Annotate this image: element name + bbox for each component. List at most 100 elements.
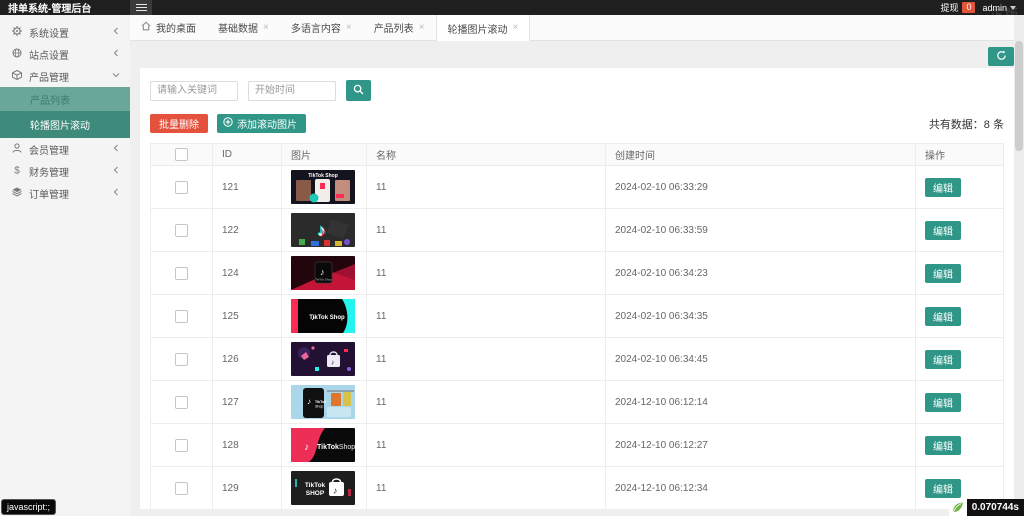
sidebar-subitem[interactable]: 产品列表 [0, 87, 130, 111]
cube-icon [12, 70, 22, 83]
sidebar-item-0[interactable]: 系统设置 [0, 21, 130, 43]
tab-1[interactable]: 基础数据 × [207, 15, 280, 40]
sidebar-item-label: 会员管理 [29, 142, 105, 157]
tab-0[interactable]: 我的桌面 [130, 15, 207, 40]
refresh-icon [996, 49, 1007, 64]
globe-icon [12, 48, 22, 61]
home-icon [141, 21, 151, 34]
edit-button[interactable]: 编辑 [925, 393, 961, 412]
svg-text:♪: ♪ [331, 360, 335, 367]
edit-button[interactable]: 编辑 [925, 178, 961, 197]
sidebar-item-2[interactable]: 产品管理 [0, 65, 130, 87]
svg-text:TikTok Shop: TikTok Shop [308, 173, 338, 179]
row-checkbox[interactable] [175, 224, 188, 237]
chevron-icon [112, 166, 120, 177]
svg-text:TikTok: TikTok [317, 444, 339, 451]
row-id: 121 [213, 166, 282, 209]
svg-text:♪: ♪ [304, 442, 309, 453]
main-content: 批量删除 添加滚动图片 共有数据：8 条 ID [130, 41, 1024, 516]
start-time-input[interactable] [248, 81, 336, 101]
scrollbar-thumb[interactable] [1015, 41, 1023, 151]
row-checkbox[interactable] [175, 396, 188, 409]
table-row: 129 TikTokSHOP♪ 11 2024-12-10 06:12:34 编… [151, 467, 1004, 510]
row-id: 125 [213, 295, 282, 338]
orders-icon [12, 187, 22, 200]
select-all-checkbox[interactable] [175, 148, 188, 161]
edit-button[interactable]: 编辑 [925, 350, 961, 369]
edit-button[interactable]: 编辑 [925, 436, 961, 455]
plus-circle-icon [223, 117, 233, 130]
refresh-button[interactable] [988, 47, 1014, 66]
tiktok-shop-phone-red: ♪TikTok Shop [291, 256, 355, 290]
add-carousel-image-button[interactable]: 添加滚动图片 [217, 114, 306, 133]
row-name: 11 [367, 166, 606, 209]
close-icon[interactable]: × [419, 23, 425, 33]
row-id: 126 [213, 338, 282, 381]
row-name: 11 [367, 381, 606, 424]
hamburger-menu-icon[interactable] [130, 0, 152, 15]
batch-delete-button[interactable]: 批量删除 [150, 114, 208, 133]
tab-label: 基础数据 [218, 20, 258, 35]
search-icon [353, 83, 364, 98]
scrollbar[interactable] [1014, 15, 1024, 516]
badge-count: 0 [962, 2, 975, 13]
sidebar-item-label: 系统设置 [29, 25, 105, 40]
row-created-time: 2024-12-10 06:12:27 [606, 424, 916, 467]
sidebar-item-label: 产品管理 [29, 69, 105, 84]
sidebar-item-1[interactable]: 站点设置 [0, 43, 130, 65]
chevron-icon [112, 49, 120, 60]
user-menu[interactable]: admin [982, 3, 1016, 13]
tab-label: 我的桌面 [156, 20, 196, 35]
search-button[interactable] [346, 80, 371, 101]
svg-text:♪: ♪ [320, 267, 325, 277]
svg-text:♪: ♪ [318, 221, 327, 240]
edit-button[interactable]: 编辑 [925, 264, 961, 283]
tiktok-shop-logo-black: ♪TikTok Shop [291, 299, 355, 333]
row-name: 11 [367, 424, 606, 467]
row-name: 11 [367, 467, 606, 510]
notification-badge[interactable]: 提现 0 [940, 1, 975, 14]
data-table: ID 图片 名称 创建时间 操作 121 TikTok Shop 11 2024… [150, 143, 1004, 509]
row-checkbox[interactable] [175, 482, 188, 495]
keyword-input[interactable] [150, 81, 238, 101]
chevron-icon [112, 144, 120, 155]
tab-label: 多语言内容 [291, 20, 341, 35]
close-icon[interactable]: × [346, 23, 352, 33]
status-bar-link-hint: javascript:; [1, 499, 56, 515]
svg-text:♪: ♪ [333, 486, 338, 496]
sidebar-item-label: 订单管理 [29, 186, 105, 201]
close-icon[interactable]: × [513, 23, 519, 33]
sidebar-item-5[interactable]: 订单管理 [0, 182, 130, 204]
close-icon[interactable]: × [263, 23, 269, 33]
row-checkbox[interactable] [175, 310, 188, 323]
row-checkbox[interactable] [175, 267, 188, 280]
row-checkbox[interactable] [175, 181, 188, 194]
gear-icon [12, 26, 22, 39]
row-name: 11 [367, 338, 606, 381]
tab-4[interactable]: 轮播图片滚动× [436, 15, 531, 41]
tab-3[interactable]: 产品列表× [363, 15, 436, 40]
tab-2[interactable]: 多语言内容 × [280, 15, 363, 40]
row-name: 11 [367, 295, 606, 338]
total-count: 共有数据：8 条 [929, 116, 1004, 132]
chevron-icon [112, 71, 120, 82]
edit-button[interactable]: 编辑 [925, 221, 961, 240]
row-checkbox[interactable] [175, 353, 188, 366]
table-row: 122 ♪♪♪ 11 2024-02-10 06:33:59 编辑 [151, 209, 1004, 252]
sidebar-item-3[interactable]: 会员管理 [0, 138, 130, 160]
row-name: 11 [367, 209, 606, 252]
edit-button[interactable]: 编辑 [925, 479, 961, 498]
row-checkbox[interactable] [175, 439, 188, 452]
tiktok-shop-pink-black: ♪TikTokShop [291, 428, 355, 462]
username: admin [982, 3, 1007, 13]
sidebar-subitem[interactable]: 轮播图片滚动 [0, 111, 130, 138]
edit-button[interactable]: 编辑 [925, 307, 961, 326]
chevron-icon [112, 27, 120, 38]
table-row: 121 TikTok Shop 11 2024-02-10 06:33:29 编… [151, 166, 1004, 209]
sidebar-item-4[interactable]: $ 财务管理 [0, 160, 130, 182]
shopping-bag-purple: ♪ [291, 342, 355, 376]
debug-trace-widget[interactable]: 0.070744s [949, 499, 1024, 516]
row-created-time: 2024-12-10 06:12:34 [606, 467, 916, 510]
chevron-down-icon [1010, 6, 1016, 10]
tiktok-note-gift-boxes: ♪♪♪ [291, 213, 355, 247]
